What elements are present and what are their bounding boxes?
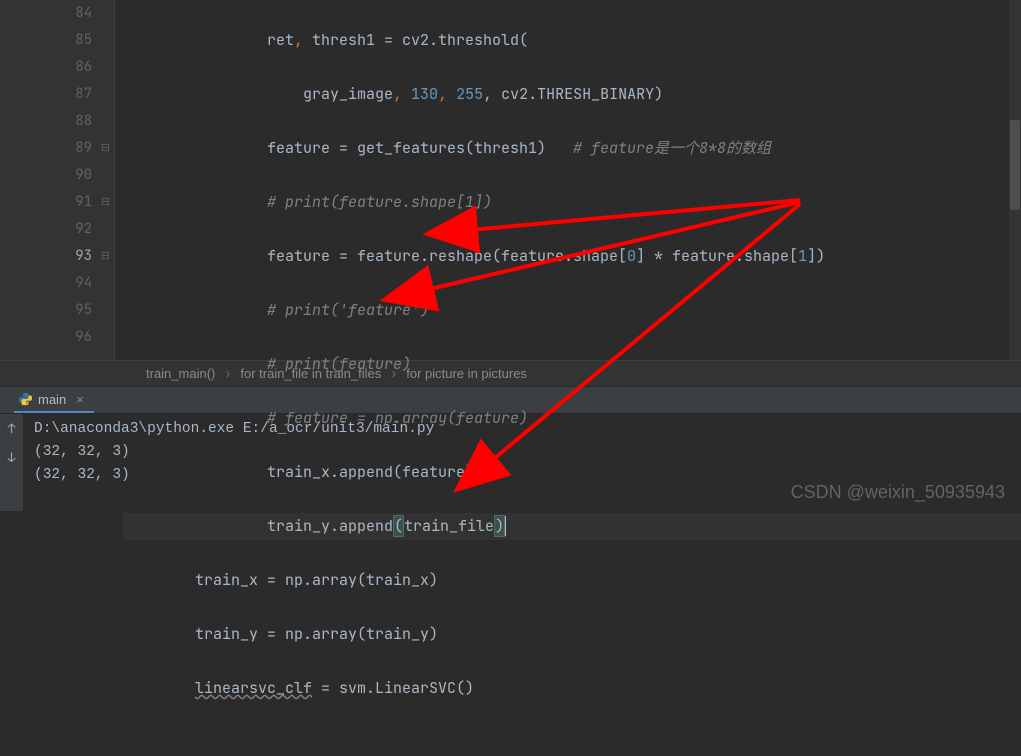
line-number: 88 [0,108,92,135]
code-token: gray_image [303,84,393,104]
code-token: feature = feature.reshape(feature.shape[ [267,246,627,266]
console-toolbar: ↑ ↓ [0,414,24,511]
code-token: 130 [411,84,438,104]
code-token: 0 [627,246,636,266]
fold-marker-icon[interactable]: ⊟ [100,135,110,162]
line-number: 96 [0,324,92,351]
code-token: train_x.append(feature) [267,462,474,482]
code-token: thresh1 = cv2.threshold( [312,30,528,50]
code-token: ret [267,30,294,50]
paren-match: ( [393,515,404,537]
code-token: , cv2.THRESH_BINARY) [483,84,663,104]
tab-label: main [38,392,66,407]
code-token: = svm.LinearSVC() [312,678,474,698]
code-token: train_file [404,516,494,536]
line-number: 91⊟ [0,189,92,216]
line-number-gutter[interactable]: 84 85 86 87 88 89⊟ 90 91⊟ 92 93⊟ 94 95 9… [0,0,115,360]
line-number: 87 [0,81,92,108]
code-token: , [438,84,456,104]
code-token: train_x = np.array(train_x) [195,570,438,590]
code-comment: # print(feature) [267,354,411,374]
close-icon[interactable]: × [76,392,84,407]
code-token: ] * feature.shape[ [636,246,798,266]
fold-marker-icon[interactable]: ⊟ [100,243,110,270]
editor-area: 84 85 86 87 88 89⊟ 90 91⊟ 92 93⊟ 94 95 9… [0,0,1021,360]
code-comment: # print('feature') [267,300,429,320]
code-text-area[interactable]: ret, thresh1 = cv2.threshold( gray_image… [115,0,1021,360]
code-token: feature = get_features(thresh1) [267,138,573,158]
line-number: 90 [0,162,92,189]
arrow-up-icon[interactable]: ↑ [8,420,16,437]
code-token: linearsvc_clf [195,678,312,698]
fold-marker-icon[interactable]: ⊟ [100,189,110,216]
code-comment: # print(feature.shape[1]) [267,192,492,212]
code-token: , [393,84,411,104]
line-number: 86 [0,54,92,81]
code-token: , [294,30,312,50]
tab-main[interactable]: main × [14,387,94,413]
code-comment: # feature是一个8*8的数组 [573,138,771,158]
line-number: 94 [0,270,92,297]
line-number: 92 [0,216,92,243]
vertical-scrollbar[interactable] [1009,0,1021,360]
line-number: 95 [0,297,92,324]
paren-match: ) [494,515,505,537]
scrollbar-thumb[interactable] [1010,120,1020,210]
arrow-down-icon[interactable]: ↓ [8,449,16,466]
line-number: 85 [0,27,92,54]
code-comment: # feature = np.array(feature) [267,408,528,428]
code-token: 1 [798,246,807,266]
code-token: 255 [456,84,483,104]
line-number: 89⊟ [0,135,92,162]
line-number-current: 93⊟ [0,243,92,270]
text-caret [505,516,506,536]
code-token: train_y.append [267,516,393,536]
code-token: train_y = np.array(train_y) [195,624,438,644]
line-number: 84 [0,0,92,27]
code-token: ]) [807,246,825,266]
python-file-icon [18,392,32,406]
